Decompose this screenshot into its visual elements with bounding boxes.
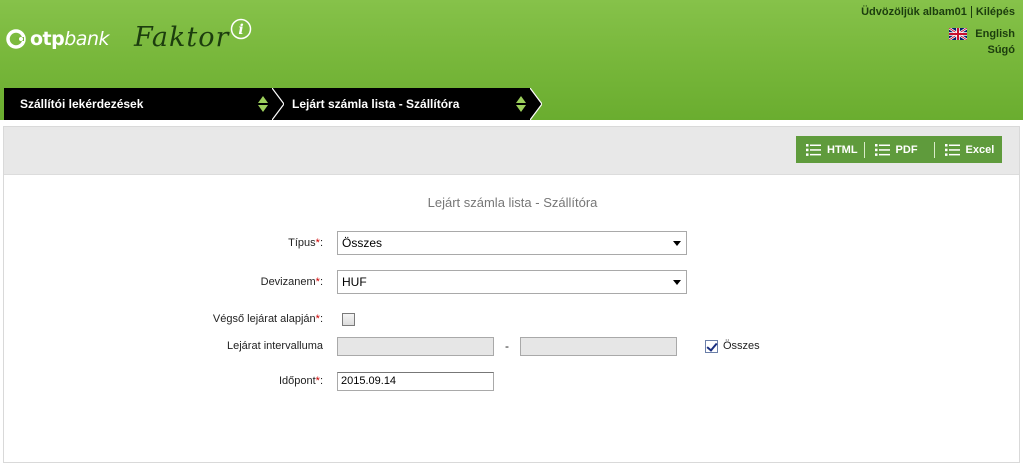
- tab-label: Lejárt számla lista - Szállítóra: [292, 97, 460, 111]
- info-icon: i: [231, 18, 252, 40]
- tab-label: Szállítói lekérdezések: [20, 97, 144, 111]
- uk-flag-icon: [949, 28, 968, 40]
- final-due-checkbox[interactable]: [342, 312, 355, 326]
- welcome-text: Üdvözöljük albam01: [861, 6, 967, 18]
- user-menu: Üdvözöljük albam01 Kilépés English Súgó: [861, 5, 1015, 58]
- export-buttons: HTML PDF Excel: [796, 136, 1002, 163]
- date-row: Időpont*: 2015.09.14: [4, 369, 1021, 393]
- due-interval-to-input[interactable]: [520, 336, 677, 356]
- tab-chevron: [272, 88, 284, 120]
- tab-overdue-invoice-list[interactable]: Lejárt számla lista - Szállítóra: [272, 88, 542, 120]
- sort-arrows-icon[interactable]: [516, 96, 526, 112]
- dropdown-arrow-icon: [673, 280, 681, 285]
- export-html-button[interactable]: HTML: [796, 136, 864, 163]
- language-switch[interactable]: English: [861, 24, 1015, 44]
- toolbar: HTML PDF Excel: [4, 127, 1019, 175]
- form-title: Lejárt számla lista - Szállítóra: [427, 195, 598, 210]
- tab-supplier-queries[interactable]: Szállítói lekérdezések: [4, 88, 284, 120]
- currency-row: Devizanem*: HUF: [4, 270, 1021, 294]
- due-interval-from-input[interactable]: [337, 336, 494, 356]
- sort-arrows-icon[interactable]: [258, 96, 268, 112]
- logo-text: otpbank: [30, 28, 109, 50]
- date-value: 2015.09.14: [341, 375, 397, 387]
- help-link[interactable]: Súgó: [988, 44, 1016, 56]
- type-label: Típus*:: [288, 237, 323, 249]
- logout-link[interactable]: Kilépés: [976, 6, 1015, 18]
- due-interval-label: Lejárat intervalluma: [227, 340, 323, 352]
- list-icon: [806, 143, 821, 156]
- dropdown-arrow-icon: [673, 241, 681, 246]
- type-row: Típus*: Összes: [4, 231, 1021, 255]
- export-pdf-button[interactable]: PDF: [865, 136, 924, 163]
- final-due-row: Végső lejárat alapján*:: [4, 307, 1021, 331]
- main-content: HTML PDF Excel Lejárt számla lista - Szá…: [3, 126, 1020, 463]
- currency-select-value: HUF: [342, 275, 367, 289]
- interval-all-label: Összes: [723, 340, 760, 352]
- interval-all-checkbox[interactable]: [705, 339, 718, 353]
- currency-label: Devizanem*:: [260, 276, 323, 288]
- app-name: Faktor: [134, 22, 230, 53]
- svg-text:i: i: [239, 22, 244, 38]
- export-html-label: HTML: [827, 143, 858, 156]
- currency-select[interactable]: HUF: [337, 270, 687, 294]
- breadcrumb-tabs: Szállítói lekérdezések Lejárt számla lis…: [4, 88, 542, 120]
- list-icon: [874, 143, 890, 156]
- tab-chevron: [530, 88, 542, 120]
- divider: [970, 6, 972, 18]
- type-select[interactable]: Összes: [337, 231, 687, 255]
- app-header: otpbank Faktor i Üdvözöljük albam01 Kilé…: [0, 0, 1023, 120]
- otpbank-logo[interactable]: otpbank: [6, 28, 109, 50]
- date-label: Időpont*:: [278, 375, 323, 387]
- list-icon: [944, 143, 960, 156]
- export-excel-label: Excel: [965, 143, 995, 156]
- otp-swirl-icon: [6, 29, 26, 49]
- export-excel-button[interactable]: Excel: [935, 136, 1001, 163]
- interval-separator: -: [505, 339, 509, 353]
- export-pdf-label: PDF: [895, 143, 918, 156]
- app-logo-faktor: Faktor i: [134, 18, 252, 53]
- language-label: English: [975, 28, 1015, 40]
- final-due-label: Végső lejárat alapján*:: [212, 313, 323, 325]
- date-input[interactable]: 2015.09.14: [337, 371, 494, 391]
- due-interval-row: Lejárat intervalluma - Összes: [4, 334, 1021, 358]
- type-select-value: Összes: [342, 236, 383, 250]
